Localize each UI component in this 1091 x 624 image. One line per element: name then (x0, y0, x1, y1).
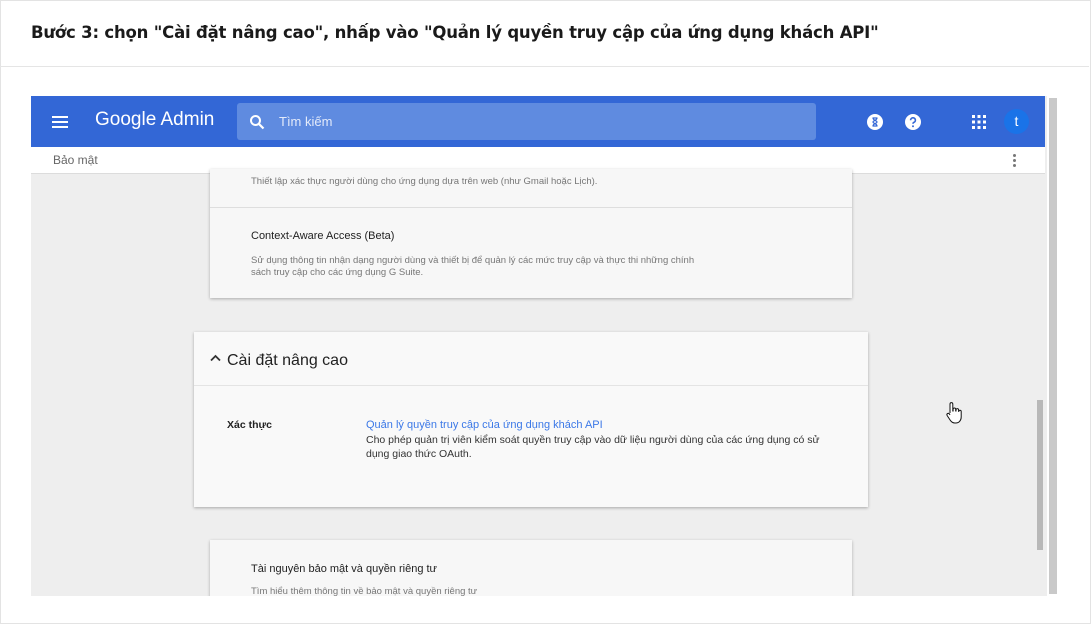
web-auth-description: Thiết lập xác thực người dùng cho ứng dụ… (251, 176, 598, 187)
hourglass-icon[interactable] (866, 113, 884, 131)
inner-scrollbar[interactable] (1037, 400, 1043, 550)
authentication-label: Xác thực (227, 419, 272, 431)
app-logo[interactable]: Google Admin (95, 109, 214, 131)
advanced-settings-card: Cài đặt nâng cao Xác thực Quản lý quyền … (194, 332, 868, 507)
context-aware-description-line1: Sử dụng thông tin nhận dạng người dùng v… (251, 255, 695, 266)
avatar[interactable]: t (1004, 109, 1029, 134)
security-card-top: Thiết lập xác thực người dùng cho ứng dụ… (210, 169, 852, 298)
security-resources-description: Tìm hiểu thêm thông tin về bảo mật và qu… (251, 586, 478, 596)
help-icon[interactable] (904, 113, 922, 131)
search-input[interactable]: Tìm kiếm (237, 103, 816, 140)
context-aware-description-line2: sách truy cập cho các ứng dụng G Suite. (251, 267, 424, 278)
hand-cursor-icon (946, 402, 962, 424)
step-header: Bước 3: chọn "Cài đặt nâng cao", nhấp và… (0, 0, 1089, 67)
top-app-bar: Google Admin Tìm kiếm t (31, 96, 1045, 147)
divider (210, 207, 852, 208)
apps-grid-icon[interactable] (970, 113, 988, 131)
security-resources-title[interactable]: Tài nguyên bảo mật và quyền riêng tư (251, 563, 437, 575)
menu-icon[interactable] (52, 116, 68, 128)
outer-scrollbar[interactable] (1049, 98, 1057, 594)
context-aware-access-title[interactable]: Context-Aware Access (Beta) (251, 230, 394, 242)
security-resources-card: Tài nguyên bảo mật và quyền riêng tư Tìm… (210, 540, 852, 596)
breadcrumb[interactable]: Bảo mật (53, 153, 98, 167)
step-title: Bước 3: chọn "Cài đặt nâng cao", nhấp và… (31, 23, 879, 42)
advanced-settings-header[interactable]: Cài đặt nâng cao (194, 332, 868, 386)
advanced-settings-title: Cài đặt nâng cao (227, 352, 348, 369)
chevron-up-icon (210, 354, 221, 362)
more-vert-icon[interactable] (1011, 152, 1017, 168)
search-icon (250, 115, 265, 130)
search-placeholder: Tìm kiếm (279, 114, 333, 129)
manage-api-client-access-link[interactable]: Quản lý quyền truy cập của ứng dụng khác… (366, 419, 603, 431)
admin-screenshot: Google Admin Tìm kiếm t Bảo mật Thiết lậ… (31, 96, 1058, 596)
api-client-access-description: Cho phép quản trị viên kiểm soát quyền t… (366, 434, 820, 460)
